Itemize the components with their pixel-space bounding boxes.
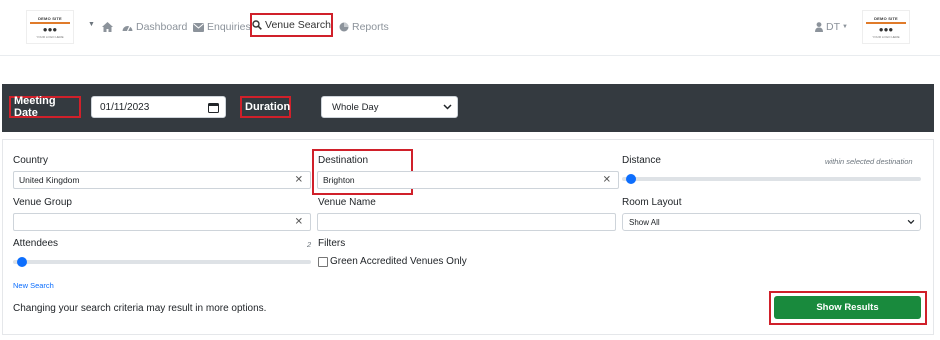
- distance-slider[interactable]: [622, 177, 921, 181]
- destination-clear-icon[interactable]: ✕: [603, 175, 611, 186]
- country-input[interactable]: United Kingdom ✕: [13, 171, 311, 189]
- dashboard-icon: [122, 25, 133, 32]
- nav-dashboard[interactable]: Dashboard: [122, 19, 187, 35]
- logo-subtitle: YOUR LOGO HERE: [36, 34, 64, 39]
- nav-venue-search[interactable]: Venue Search: [250, 13, 333, 37]
- country-clear-icon[interactable]: ✕: [295, 175, 303, 186]
- nav-enquiries[interactable]: Enquiries: [193, 19, 251, 35]
- client-logo: DEMO SITE ●●● YOUR LOGO HERE: [862, 10, 910, 44]
- meeting-date-label: Meeting Date: [9, 95, 81, 119]
- nav-venue-search-label: Venue Search: [265, 19, 331, 31]
- attendees-value: 2: [307, 240, 312, 249]
- meeting-date-input[interactable]: 01/11/2023: [91, 96, 226, 118]
- green-accredited-label[interactable]: Green Accredited Venues Only: [330, 256, 467, 267]
- meeting-date-value: 01/11/2023: [100, 101, 150, 113]
- distance-label: Distance: [622, 155, 661, 166]
- venue-group-label: Venue Group: [13, 197, 72, 208]
- destination-value: Brighton: [323, 175, 355, 185]
- green-accredited-checkbox[interactable]: [318, 257, 328, 267]
- site-logo[interactable]: DEMO SITE ●●● YOUR LOGO HERE: [26, 10, 74, 44]
- client-logo-title: DEMO SITE: [874, 15, 898, 21]
- top-navbar: DEMO SITE ●●● YOUR LOGO HERE ▼ Dashboard…: [0, 0, 940, 56]
- nav-reports[interactable]: Reports: [339, 19, 389, 35]
- attendees-slider[interactable]: [13, 260, 311, 264]
- user-icon: [815, 22, 823, 32]
- destination-input[interactable]: Brighton ✕: [317, 171, 619, 189]
- people-icon: ●●●: [42, 24, 58, 34]
- duration-select[interactable]: Whole Day: [321, 96, 458, 118]
- venue-name-input[interactable]: [317, 213, 616, 231]
- calendar-icon[interactable]: [208, 102, 219, 113]
- venue-group-input[interactable]: ✕: [13, 213, 311, 231]
- attendees-slider-thumb[interactable]: [17, 257, 27, 267]
- client-logo-subtitle: YOUR LOGO HERE: [872, 34, 900, 39]
- new-search-link[interactable]: New Search: [13, 281, 54, 290]
- nav-enquiries-label: Enquiries: [207, 21, 251, 33]
- chevron-down-icon: [443, 104, 452, 110]
- show-results-label: Show Results: [816, 302, 879, 313]
- client-people-icon: ●●●: [878, 24, 894, 34]
- country-label: Country: [13, 155, 49, 166]
- user-menu[interactable]: DT ▼: [815, 19, 848, 35]
- distance-slider-thumb[interactable]: [626, 174, 636, 184]
- attendees-label: Attendees: [13, 238, 59, 249]
- venue-name-label: Venue Name: [318, 197, 376, 208]
- logo-title: DEMO SITE: [38, 15, 62, 21]
- envelope-icon: [193, 22, 204, 32]
- search-icon: [252, 20, 262, 30]
- pie-chart-icon: [339, 22, 349, 32]
- nav-dashboard-label: Dashboard: [136, 21, 188, 33]
- nav-reports-label: Reports: [352, 21, 389, 33]
- search-criteria-note: Changing your search criteria may result…: [13, 303, 267, 314]
- logo-dropdown-caret-icon[interactable]: ▼: [88, 21, 95, 28]
- chevron-down-icon: ▼: [842, 24, 848, 30]
- country-value: United Kingdom: [19, 175, 80, 185]
- home-icon[interactable]: [102, 19, 116, 35]
- duration-label: Duration: [240, 96, 291, 118]
- room-layout-value: Show All: [629, 217, 660, 227]
- duration-value: Whole Day: [332, 101, 379, 113]
- user-initials: DT: [826, 21, 840, 33]
- destination-label: Destination: [318, 155, 369, 166]
- show-results-button[interactable]: Show Results: [774, 296, 921, 319]
- room-layout-label: Room Layout: [622, 197, 682, 208]
- room-layout-select[interactable]: Show All: [622, 213, 921, 231]
- filters-label: Filters: [318, 238, 346, 249]
- distance-hint: within selected destination: [825, 157, 913, 166]
- venue-group-clear-icon[interactable]: ✕: [295, 217, 303, 228]
- chevron-down-icon: [907, 219, 915, 225]
